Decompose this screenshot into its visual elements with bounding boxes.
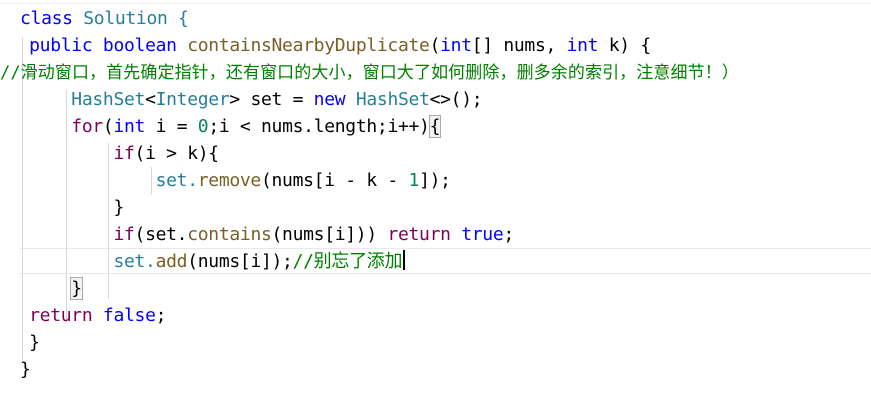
code-token: false: [102, 305, 156, 326]
set-add-line[interactable]: set.add(nums[i]);//别忘了添加: [0, 250, 406, 274]
code-token: }: [70, 277, 83, 300]
code-token: }: [20, 359, 31, 380]
code-token: //别忘了添加: [292, 251, 403, 272]
code-token: class: [20, 8, 73, 29]
code-token: remove: [197, 170, 262, 191]
code-token: 1: [408, 170, 420, 191]
code-token: {: [428, 115, 442, 138]
code-token: true: [461, 224, 504, 245]
code-token: ;i < nums.length;i++): [208, 116, 430, 137]
code-token: ;: [503, 224, 514, 245]
code-token: if: [0, 143, 135, 164]
code-token: }: [0, 197, 124, 218]
code-token: (i > k){: [134, 143, 220, 164]
code-token: 0: [197, 116, 209, 137]
code-token: Integer: [155, 89, 230, 110]
code-token: <: [145, 89, 156, 110]
code-token: (nums[i])): [271, 224, 388, 245]
code-token: k) {: [598, 35, 651, 56]
if-window-check-line[interactable]: if(i > k){: [0, 142, 219, 166]
code-token: }: [29, 332, 40, 353]
code-token: (nums[i]);: [187, 251, 293, 272]
code-token: contains: [187, 224, 272, 245]
code-editor[interactable]: class Solution { public boolean contains…: [0, 0, 871, 403]
for-close-brace-line[interactable]: }: [0, 277, 83, 301]
code-token: public: [29, 35, 93, 56]
code-token: int: [440, 35, 472, 56]
class-declaration-line[interactable]: class Solution {: [20, 7, 189, 31]
code-token: (: [102, 116, 114, 137]
code-token: if: [0, 224, 135, 245]
code-token: HashSet: [355, 89, 430, 110]
for-loop-line[interactable]: for(int i = 0;i < nums.length;i++){: [0, 115, 442, 139]
code-token: (nums[i - k -: [260, 170, 409, 191]
code-token: (set.: [134, 224, 188, 245]
code-token: i =: [145, 116, 198, 137]
code-token: <>();: [429, 89, 483, 110]
return-false-line[interactable]: return false;: [0, 304, 166, 328]
set-remove-line[interactable]: set.remove(nums[i - k - 1]);: [0, 169, 451, 193]
method-close-brace-line[interactable]: }: [0, 331, 40, 355]
code-token: HashSet: [0, 89, 146, 110]
code-token: Solution {: [72, 8, 189, 29]
code-token: return: [29, 305, 93, 326]
code-token: int: [566, 35, 599, 56]
if-close-brace-line[interactable]: }: [0, 196, 124, 220]
code-token: set.: [0, 251, 156, 272]
code-token: ;: [155, 305, 167, 326]
code-token: int: [113, 116, 146, 137]
indent-guide-loop: [108, 143, 109, 299]
class-close-brace-line[interactable]: }: [20, 358, 31, 382]
code-token: set.: [0, 170, 198, 191]
code-token: return: [387, 224, 451, 245]
code-token: boolean: [102, 35, 177, 56]
comment-line[interactable]: //滑动窗口，首先确定指针，还有窗口的大小，窗口大了如何删除，删多余的索引，注意…: [0, 61, 739, 85]
code-token: //滑动窗口，首先确定指针，还有窗口的大小，窗口大了如何删除，删多余的索引，注意…: [0, 63, 739, 83]
code-token: (: [429, 35, 441, 56]
method-signature-line[interactable]: public boolean containsNearbyDuplicate(i…: [0, 34, 651, 58]
code-token: add: [155, 251, 188, 272]
hashset-declaration-line[interactable]: HashSet<Integer> set = new HashSet<>();: [0, 88, 482, 112]
editor-top-border: [0, 3, 871, 4]
code-token: > set =: [229, 89, 314, 110]
code-token: containsNearbyDuplicate: [176, 35, 430, 56]
text-cursor: [403, 250, 406, 270]
code-token: new: [313, 89, 346, 110]
contains-return-line[interactable]: if(set.contains(nums[i])) return true;: [0, 223, 514, 247]
code-token: [] nums,: [471, 35, 567, 56]
code-token: ]);: [419, 170, 451, 191]
code-token: for: [71, 116, 103, 137]
